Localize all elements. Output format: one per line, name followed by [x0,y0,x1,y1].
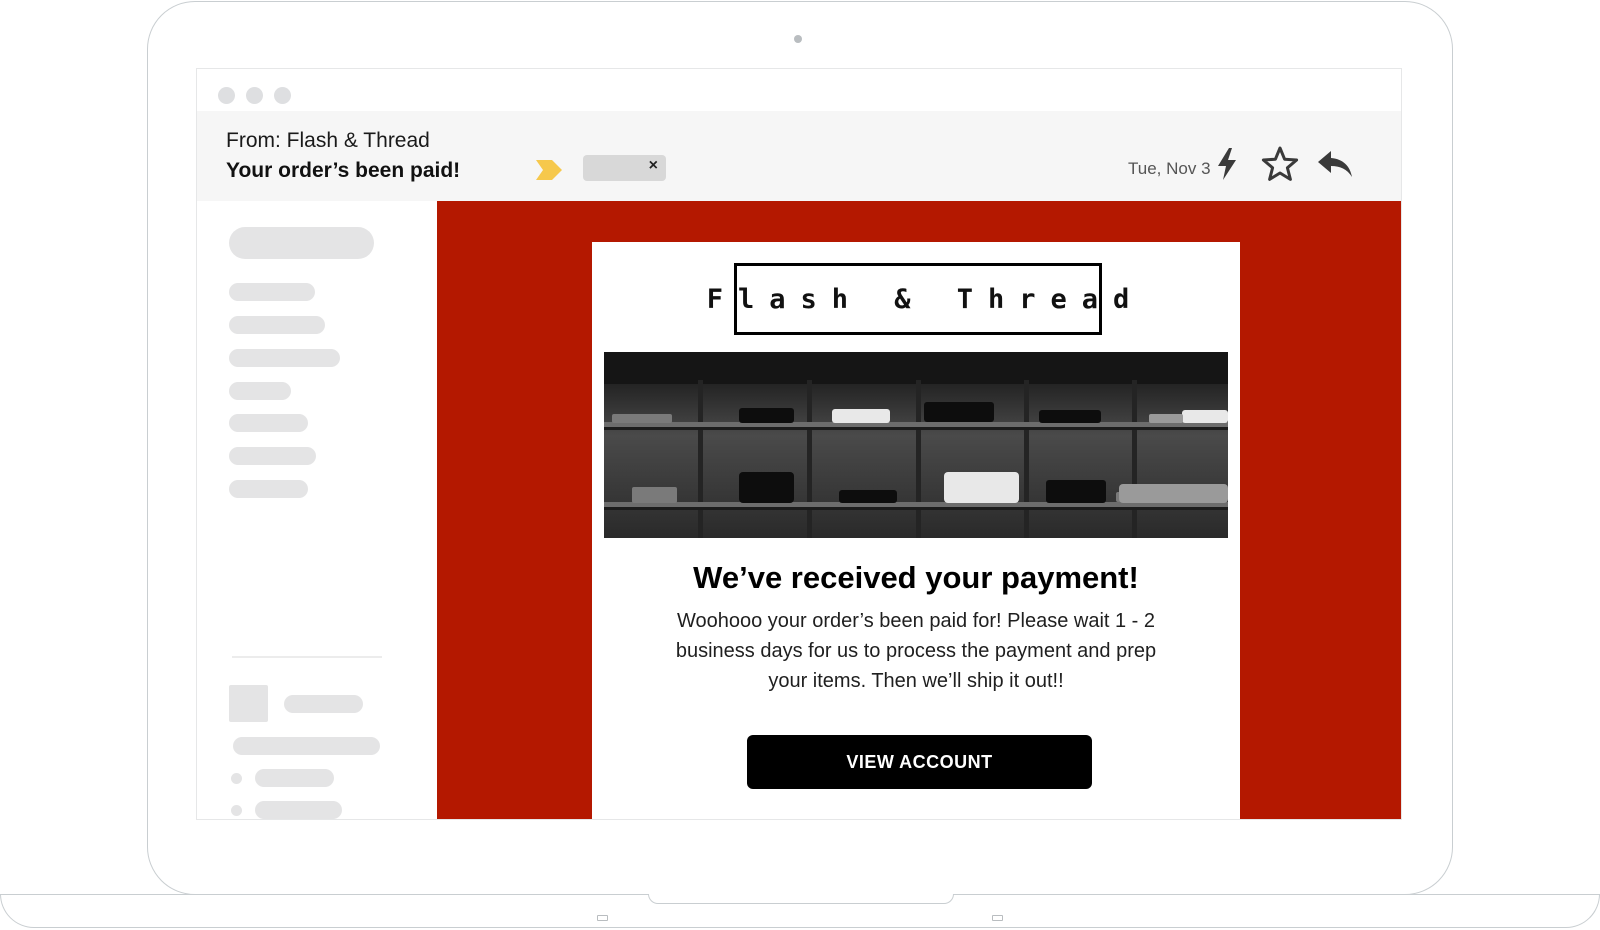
email-body-text: Woohooo your order’s been paid for! Plea… [675,610,1157,692]
email-header: From: Flash & Thread Your order’s been p… [197,111,1401,201]
close-icon[interactable]: × [649,157,658,175]
brand-logo-text: Flash & Thread [706,283,1145,315]
hero-image [604,352,1228,538]
window-titlebar [197,69,1401,111]
brand-logo: Flash & Thread [707,263,1129,335]
mail-sidebar [197,201,437,819]
account-name-placeholder [284,695,363,713]
list-bullet [231,773,242,784]
sidebar-divider [232,656,382,658]
window-control-close[interactable] [218,87,235,104]
sidebar-item[interactable] [229,480,308,498]
list-item[interactable] [255,769,334,787]
list-item[interactable] [255,801,342,819]
sender-line: From: Flash & Thread [226,129,430,152]
webcam [794,35,802,43]
sidebar-item[interactable] [229,349,340,367]
window-control-minimize[interactable] [246,87,263,104]
sidebar-item[interactable] [229,447,316,465]
avatar[interactable] [229,685,268,722]
reply-icon[interactable] [1316,149,1354,179]
list-bullet [231,805,242,816]
star-icon[interactable] [1261,146,1299,182]
view-account-button[interactable]: VIEW ACCOUNT [747,735,1092,789]
sidebar-item[interactable] [229,316,325,334]
laptop-foot [992,915,1003,921]
email-body-background: Flash & Thread We’ve received your payme… [437,201,1401,819]
laptop-notch [648,894,954,904]
laptop-foot [597,915,608,921]
tag-arrow-icon[interactable] [536,158,563,182]
email-date: Tue, Nov 3 [1128,159,1211,178]
label-chip[interactable]: × [583,155,666,181]
lightning-icon[interactable] [1215,147,1239,181]
window-control-maximize[interactable] [274,87,291,104]
sidebar-item[interactable] [229,414,308,432]
email-headline: We’ve received your payment! [693,560,1139,595]
compose-button-placeholder[interactable] [229,227,374,259]
sidebar-item[interactable] [229,283,315,301]
email-client-window: From: Flash & Thread Your order’s been p… [196,68,1402,820]
email-subject: Your order’s been paid! [226,159,461,182]
sidebar-item[interactable] [229,382,291,400]
email-card: Flash & Thread We’ve received your payme… [592,242,1240,819]
account-detail-placeholder [233,737,380,755]
